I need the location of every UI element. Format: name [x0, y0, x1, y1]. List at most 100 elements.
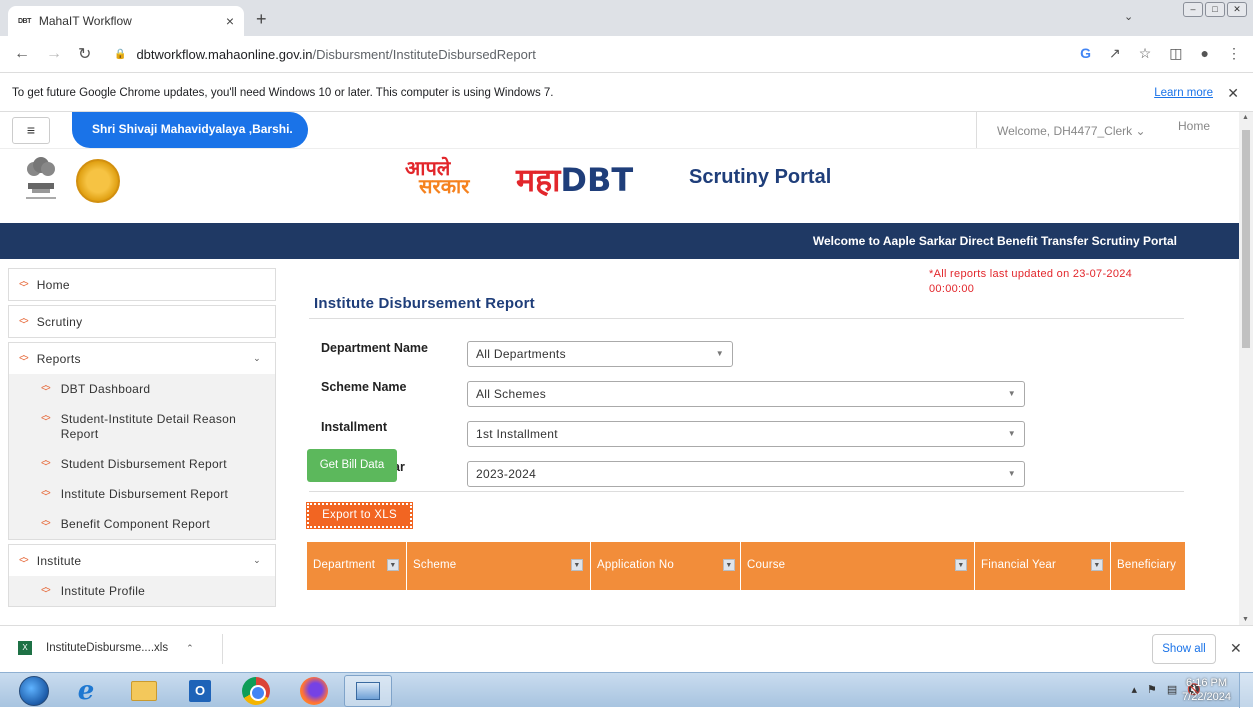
url-path: /Disbursment/InstituteDisbursedReport [312, 46, 536, 62]
reload-icon[interactable]: ↻ [78, 44, 92, 64]
column-header-scheme[interactable]: Scheme ▼ [407, 542, 591, 590]
chevron-down-icon: ⌄ [1135, 124, 1146, 138]
action-center-flag-icon[interactable]: ⚑ [1147, 683, 1157, 696]
google-icon[interactable]: G [1080, 45, 1091, 62]
user-menu[interactable]: Welcome, DH4477_Clerk ⌄ [976, 112, 1158, 148]
export-xls-button[interactable]: Export to XLS [306, 502, 413, 529]
firefox-icon[interactable] [290, 676, 338, 706]
column-header-application-no[interactable]: Application No ▼ [591, 542, 741, 590]
outlook-icon[interactable]: O [176, 676, 224, 706]
column-header-beneficiary[interactable]: Beneficiary [1111, 542, 1185, 590]
sidebar-subitem-institute-disbursement[interactable]: <> Institute Disbursement Report [9, 479, 275, 509]
sidebar-item-label: Home [36, 277, 70, 292]
chrome-icon[interactable] [232, 676, 280, 706]
sidebar-subitem-institute-profile[interactable]: <> Institute Profile [9, 576, 275, 606]
last-updated-note: *All reports last updated on 23-07-2024 … [929, 268, 1133, 295]
file-explorer-icon[interactable] [120, 676, 168, 706]
scheme-select[interactable]: All Schemes ▼ [467, 381, 1025, 407]
clock-time: 6:16 PM [1186, 677, 1228, 689]
site-header: आपले सरकार महाDBT Scrutiny Portal [0, 149, 1239, 223]
scrollbar-thumb[interactable] [1242, 130, 1250, 348]
chevron-up-icon[interactable]: ⌃ [186, 643, 194, 654]
double-chevron-icon: <> [41, 413, 51, 424]
site-topnav: ≡ Shri Shivaji Mahavidyalaya ,Barshi. We… [0, 112, 1239, 149]
hamburger-menu-icon[interactable]: ≡ [12, 117, 50, 144]
browser-tab[interactable]: DBT MahaIT Workflow × [8, 6, 244, 36]
toolbar-actions: G ↗ ☆ ◫ ● ⋮ [1080, 45, 1241, 62]
side-panel-icon[interactable]: ◫ [1169, 45, 1182, 62]
sidebar-subitem-label: Student Disbursement Report [60, 457, 227, 471]
network-icon[interactable]: ▤ [1167, 683, 1177, 696]
downloads-close-icon[interactable]: ✕ [1230, 640, 1242, 657]
sidebar-subitem-dbt-dashboard[interactable]: <> DBT Dashboard [9, 374, 275, 404]
filter-dropdown-icon[interactable]: ▼ [571, 559, 583, 571]
installment-label: Installment [321, 420, 387, 434]
new-tab-icon[interactable]: + [256, 9, 267, 30]
divider [309, 318, 1184, 319]
filter-dropdown-icon[interactable]: ▼ [723, 559, 735, 571]
learn-more-link[interactable]: Learn more [1154, 87, 1213, 99]
column-header-financial-year[interactable]: Financial Year ▼ [975, 542, 1111, 590]
downloads-bar: X InstituteDisbursme....xls ⌃ Show all ✕ [0, 625, 1253, 672]
maximize-icon[interactable]: □ [1205, 2, 1225, 17]
sidebar-item-label: Reports [36, 351, 81, 366]
browser-tabstrip: DBT MahaIT Workflow × + ⌄ – □ ✕ [0, 0, 1253, 36]
maharashtra-seal-icon [76, 159, 120, 203]
sidebar-subitem-benefit-component[interactable]: <> Benefit Component Report [9, 509, 275, 539]
department-select[interactable]: All Departments ▼ [467, 341, 733, 367]
double-chevron-icon: <> [19, 316, 29, 327]
financial-year-select[interactable]: 2023-2024 ▼ [467, 461, 1025, 487]
page-scrollbar[interactable]: ▲ ▼ [1239, 112, 1253, 625]
sidebar-subitem-student-disbursement[interactable]: <> Student Disbursement Report [9, 449, 275, 479]
get-bill-data-button[interactable]: Get Bill Data [307, 449, 397, 482]
close-window-icon[interactable]: ✕ [1227, 2, 1247, 17]
profile-icon[interactable]: ● [1201, 45, 1209, 62]
double-chevron-icon: <> [41, 488, 51, 499]
national-emblem-icon [26, 157, 56, 199]
sidebar-item-reports[interactable]: <> Reports ⌄ [9, 343, 275, 374]
department-value: All Departments [476, 347, 566, 361]
department-label: Department Name [321, 341, 428, 355]
scroll-up-icon[interactable]: ▲ [1242, 114, 1249, 121]
sidebar-item-scrutiny[interactable]: <> Scrutiny [9, 306, 275, 337]
back-icon[interactable]: ← [14, 45, 30, 63]
scroll-down-icon[interactable]: ▼ [1242, 616, 1249, 623]
filter-dropdown-icon[interactable]: ▼ [387, 559, 399, 571]
home-link[interactable]: Home [1178, 119, 1210, 133]
column-header-course[interactable]: Course ▼ [741, 542, 975, 590]
share-icon[interactable]: ↗ [1109, 45, 1121, 62]
lock-icon[interactable]: 🔒 [114, 49, 126, 60]
installment-select[interactable]: 1st Installment ▼ [467, 421, 1025, 447]
bookmark-star-icon[interactable]: ☆ [1139, 45, 1152, 62]
page-viewport: ≡ Shri Shivaji Mahavidyalaya ,Barshi. We… [0, 112, 1239, 625]
sidebar-subitem-student-institute-detail[interactable]: <> Student-Institute Detail Reason Report [9, 404, 275, 449]
column-header-department[interactable]: Department ▼ [307, 542, 407, 590]
minimize-icon[interactable]: – [1183, 2, 1203, 17]
taskbar-clock[interactable]: 6:16 PM 7/22/2024 [1182, 676, 1231, 704]
sidebar-group-scrutiny: <> Scrutiny [8, 305, 276, 338]
menu-kebab-icon[interactable]: ⋮ [1227, 45, 1241, 62]
sidebar-group-reports: <> Reports ⌄ <> DBT Dashboard <> Student-Ins… [8, 342, 276, 540]
address-bar[interactable]: 🔒 dbtworkflow.mahaonline.gov.in/Disbursm… [114, 47, 536, 62]
scheme-row: Scheme Name All Schemes ▼ [321, 367, 1025, 407]
installment-value: 1st Installment [476, 427, 558, 441]
financial-year-value: 2023-2024 [476, 467, 537, 481]
forward-icon[interactable]: → [46, 45, 62, 63]
sidebar-item-home[interactable]: <> Home [9, 269, 275, 300]
internet-explorer-icon[interactable]: e [62, 676, 110, 706]
tab-search-chevron-icon[interactable]: ⌄ [1124, 10, 1133, 23]
show-all-button[interactable]: Show all [1152, 634, 1216, 664]
tray-expand-icon[interactable]: ▴ [1131, 683, 1137, 696]
column-label: Beneficiary [1117, 559, 1177, 571]
tab-close-icon[interactable]: × [226, 13, 234, 29]
show-desktop-button[interactable] [1239, 673, 1253, 708]
sidebar-item-institute[interactable]: <> Institute ⌄ [9, 545, 275, 576]
infobar-close-icon[interactable]: ✕ [1227, 85, 1239, 102]
tab-title: MahaIT Workflow [38, 14, 132, 28]
download-item[interactable]: X InstituteDisbursme....xls ⌃ [18, 641, 194, 655]
filter-dropdown-icon[interactable]: ▼ [1091, 559, 1103, 571]
filter-dropdown-icon[interactable]: ▼ [955, 559, 967, 571]
dropdown-arrow-icon: ▼ [1007, 469, 1016, 478]
taskbar-app-icon[interactable] [344, 675, 392, 707]
start-button[interactable] [10, 676, 58, 706]
